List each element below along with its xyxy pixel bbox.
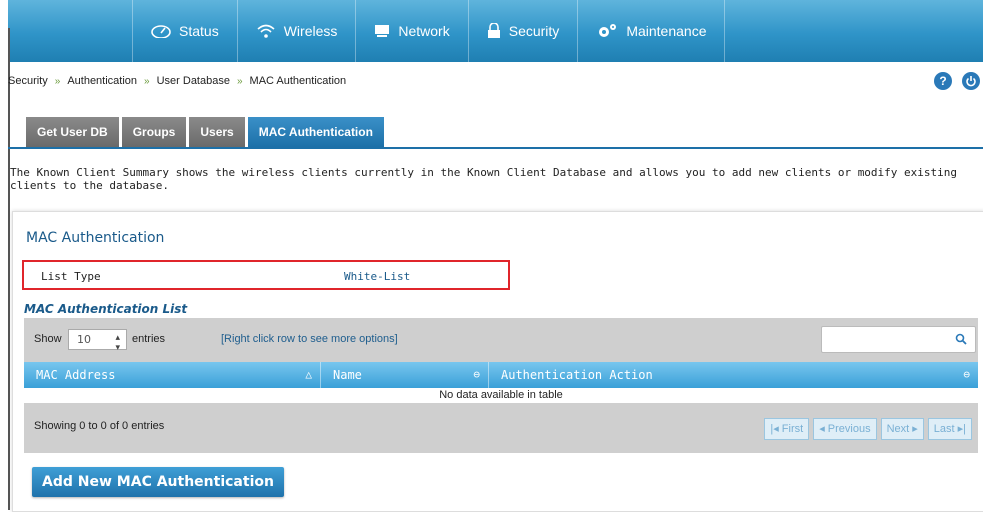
main-nav: Status Wireless Network Security Mainten… — [132, 0, 726, 62]
page-last-button[interactable]: Last ▸| — [927, 418, 972, 440]
nav-network[interactable]: Network — [356, 0, 469, 62]
monitor-icon — [374, 24, 390, 38]
power-icon — [966, 76, 976, 87]
sort-asc-icon: △ — [305, 368, 312, 381]
breadcrumb-item[interactable]: Security — [8, 75, 48, 87]
page-previous-button[interactable]: ◂ Previous — [813, 418, 877, 440]
list-type-label: List Type — [41, 270, 101, 283]
breadcrumb-item[interactable]: Authentication — [67, 75, 137, 87]
page-description: The Known Client Summary shows the wirel… — [10, 166, 958, 192]
list-type-row: List Type White-List — [22, 260, 510, 290]
column-name[interactable]: Name ⊖ — [321, 362, 489, 388]
list-type-value: White-List — [344, 270, 411, 283]
show-label: Show — [34, 333, 62, 345]
table-info: Showing 0 to 0 of 0 entries — [34, 420, 165, 432]
lock-icon — [487, 23, 501, 39]
entries-value: 10 — [77, 333, 91, 346]
entries-label: entries — [132, 333, 166, 345]
nav-label: Wireless — [283, 23, 338, 39]
tab-underline — [8, 147, 983, 149]
table-title: MAC Authentication List — [24, 302, 188, 316]
search-input[interactable] — [821, 326, 976, 353]
section-title: MAC Authentication — [26, 230, 165, 246]
top-nav-bar: Status Wireless Network Security Mainten… — [8, 0, 983, 62]
gears-icon — [596, 23, 618, 39]
column-mac-address[interactable]: MAC Address △ — [24, 362, 321, 388]
nav-label: Status — [179, 23, 219, 39]
page-next-button[interactable]: Next ▸ — [880, 418, 924, 440]
logout-button[interactable] — [962, 72, 980, 90]
column-label: Authentication Action — [501, 368, 653, 382]
page-first-button[interactable]: |◂ First — [764, 418, 810, 440]
table-empty-row: No data available in table — [24, 388, 978, 403]
sort-icon: ⊖ — [473, 368, 480, 381]
dashboard-icon — [151, 24, 171, 38]
column-label: MAC Address — [36, 368, 116, 382]
table-hint: [Right click row to see more options] — [221, 333, 398, 345]
tab-groups[interactable]: Groups — [121, 117, 187, 147]
nav-security[interactable]: Security — [469, 0, 579, 62]
breadcrumb-separator: » — [54, 75, 61, 87]
column-label: Name — [333, 368, 362, 382]
help-button[interactable]: ? — [934, 72, 952, 90]
page-border — [8, 28, 10, 510]
tab-get-user-db[interactable]: Get User DB — [26, 117, 119, 147]
page-first-label: First — [781, 423, 804, 435]
wifi-icon — [256, 23, 276, 39]
tab-users[interactable]: Users — [189, 117, 245, 147]
breadcrumb-item[interactable]: User Database — [157, 75, 230, 87]
page-previous-label: Previous — [827, 423, 871, 435]
breadcrumb: Security » Authentication » User Databas… — [8, 75, 346, 87]
sort-icon: ⊖ — [963, 368, 970, 381]
nav-label: Security — [508, 23, 560, 39]
breadcrumb-current: MAC Authentication — [249, 75, 347, 87]
breadcrumb-separator: » — [236, 75, 243, 87]
search-icon — [955, 333, 967, 348]
table-controls: Show 10 ▴ ▾ entries [Right click row to s… — [24, 318, 978, 362]
page-next-label: Next — [886, 423, 910, 435]
table-footer: Showing 0 to 0 of 0 entries |◂ First ◂ P… — [24, 403, 978, 453]
add-mac-authentication-button[interactable]: Add New MAC Authentication — [32, 467, 284, 497]
select-arrow-icon: ▴ ▾ — [115, 333, 120, 353]
tab-bar: Get User DB Groups Users MAC Authenticat… — [26, 117, 387, 147]
pagination: |◂ First ◂ Previous Next ▸ Last ▸| — [764, 418, 972, 440]
column-authentication-action[interactable]: Authentication Action ⊖ — [489, 362, 978, 388]
entries-select[interactable]: 10 ▴ ▾ — [68, 329, 127, 353]
nav-wireless[interactable]: Wireless — [238, 0, 357, 62]
table-header: MAC Address △ Name ⊖ Authentication Acti… — [24, 362, 978, 388]
nav-label: Maintenance — [626, 23, 707, 39]
nav-status[interactable]: Status — [132, 0, 238, 62]
nav-label: Network — [398, 23, 450, 39]
tab-mac-authentication[interactable]: MAC Authentication — [247, 117, 384, 147]
nav-maintenance[interactable]: Maintenance — [578, 0, 726, 62]
page-last-label: Last — [933, 423, 955, 435]
breadcrumb-separator: » — [144, 75, 150, 87]
